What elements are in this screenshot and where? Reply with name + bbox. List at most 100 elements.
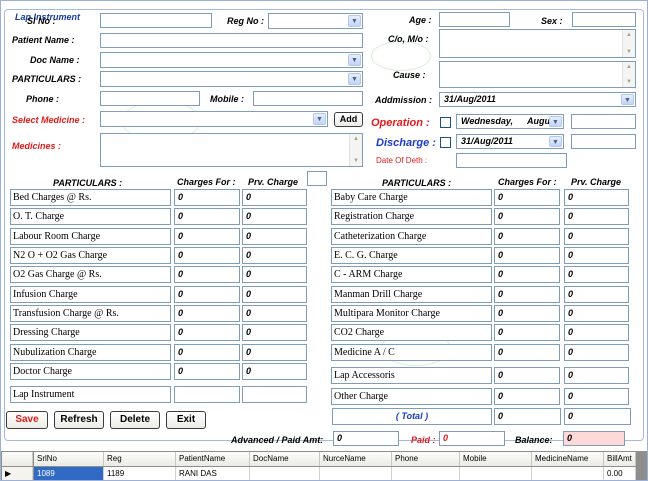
sl-no-input[interactable] [100,13,212,28]
grid-cell[interactable]: 1189 [104,467,176,480]
left-charge-input[interactable]: 0 [174,208,240,225]
left-charge-input[interactable]: 0 [174,324,240,341]
right-prev-charge-input[interactable]: 0 [564,286,629,303]
right-prev-charge-input[interactable]: 0 [564,305,629,322]
right-prev-charge-input[interactable]: 0 [564,247,629,264]
chevron-down-icon[interactable]: ▼ [348,15,361,27]
operation-checkbox[interactable] [440,117,451,128]
save-button[interactable]: Save [6,411,48,429]
left-charge-input[interactable]: 0 [174,363,240,380]
grid-column-header[interactable]: DocName [250,452,320,466]
left-prev-charge-input[interactable]: 0 [242,286,307,303]
grid-column-header[interactable]: Reg [104,452,176,466]
left-charge-input[interactable]: 0 [174,266,240,283]
left-prev-charge-input[interactable]: 0 [242,247,307,264]
left-charge-input[interactable]: 0 [174,189,240,206]
paid-input[interactable]: 0 [439,431,505,446]
grid-column-header[interactable]: SrlNo [34,452,104,466]
chevron-down-icon[interactable]: ▼ [549,116,562,127]
left-prev-charge-input[interactable]: 0 [242,189,307,206]
left-charge-input[interactable]: 0 [174,305,240,322]
right-prev-charge-input[interactable]: 0 [564,367,629,384]
right-prev-charge-input[interactable]: 0 [564,266,629,283]
left-prev-charge-input[interactable]: 0 [242,324,307,341]
select-medicine-combo[interactable]: ▼ [100,111,328,127]
right-prev-charge-input[interactable]: 0 [564,388,629,405]
left-prev-charge-input[interactable] [242,386,307,403]
scrollbar[interactable]: ▲ ▼ [349,134,362,166]
left-prev-charge-input[interactable]: 0 [242,344,307,361]
left-charge-input[interactable]: 0 [174,247,240,264]
right-charge-input[interactable]: 0 [494,388,560,405]
right-prev-charge-input[interactable]: 0 [564,208,629,225]
right-charge-input[interactable]: 0 [494,305,560,322]
patient-name-input[interactable] [100,33,363,48]
co-mo-textarea[interactable]: ▲ ▼ [439,29,636,58]
right-charge-input[interactable]: 0 [494,266,560,283]
left-prev-charge-input[interactable]: 0 [242,208,307,225]
grid-column-header[interactable]: Mobile [460,452,532,466]
discharge-time-input[interactable] [571,134,636,149]
chevron-down-icon[interactable]: ▼ [549,136,562,147]
grid-cell[interactable] [532,467,604,480]
grid-column-header[interactable]: PatientName [176,452,250,466]
grid-cell[interactable]: 1089 [34,467,104,480]
right-prev-charge-input[interactable]: 0 [564,324,629,341]
operation-time-input[interactable] [571,114,636,129]
right-charge-input[interactable]: 0 [494,286,560,303]
date-of-death-input[interactable] [456,153,567,168]
sex-input[interactable] [572,12,636,27]
operation-date-picker[interactable]: Wednesday, Augu ▼ [456,114,564,129]
left-charge-input[interactable]: 0 [174,344,240,361]
scrollbar[interactable]: ▲ ▼ [622,62,635,87]
grid-cell[interactable] [460,467,532,480]
cause-textarea[interactable]: ▲ ▼ [439,61,636,88]
left-prev-charge-input[interactable]: 0 [242,305,307,322]
right-charge-input[interactable]: 0 [494,344,560,361]
left-charge-input[interactable]: 0 [174,228,240,245]
chevron-down-icon[interactable]: ▼ [621,94,634,105]
medicines-textarea[interactable]: ▲ ▼ [100,133,363,167]
right-charge-input[interactable]: 0 [494,228,560,245]
grid-column-header[interactable]: MedicineName [532,452,604,466]
reg-no-combo[interactable]: ▼ [268,13,363,29]
left-prev-charge-input[interactable]: 0 [242,266,307,283]
grid-cell[interactable]: 0.00 [604,467,636,480]
extra-small-input[interactable] [307,171,327,186]
right-charge-input[interactable]: 0 [494,324,560,341]
discharge-date-picker[interactable]: 31/Aug/2011 ▼ [456,134,564,149]
right-charge-input[interactable]: 0 [494,208,560,225]
age-input[interactable] [439,12,510,27]
grid-cell[interactable] [392,467,460,480]
left-charge-input[interactable]: 0 [174,286,240,303]
grid-cell[interactable]: RANI DAS [176,467,250,480]
add-medicine-button[interactable]: Add [334,112,363,127]
right-prev-charge-input[interactable]: 0 [564,228,629,245]
particulars-combo[interactable]: ▼ [100,71,363,87]
right-charge-input[interactable]: 0 [494,247,560,264]
admission-date-picker[interactable]: 31/Aug/2011 ▼ [439,92,636,107]
grid-cell[interactable] [320,467,392,480]
refresh-button[interactable]: Refresh [54,411,104,429]
grid-column-header[interactable]: NurceName [320,452,392,466]
left-prev-charge-input[interactable]: 0 [242,228,307,245]
right-charge-input[interactable]: 0 [494,189,560,206]
right-prev-charge-input[interactable]: 0 [564,344,629,361]
exit-button[interactable]: Exit [166,411,206,429]
chevron-down-icon[interactable]: ▼ [313,113,326,125]
chevron-down-icon[interactable]: ▼ [348,73,361,85]
grid-cell[interactable] [250,467,320,480]
grid-column-header[interactable]: BillAmt [604,452,636,466]
delete-button[interactable]: Delete [110,411,160,429]
records-grid[interactable]: SrlNo Reg PatientName DocName NurceName Phone… [1,451,647,480]
row-indicator[interactable]: ▶ [2,467,33,480]
discharge-checkbox[interactable] [440,137,451,148]
doc-name-combo[interactable]: ▼ [100,52,363,68]
phone-input[interactable] [100,91,200,106]
scrollbar[interactable]: ▲ ▼ [622,30,635,57]
right-prev-charge-input[interactable]: 0 [564,189,629,206]
right-charge-input[interactable]: 0 [494,367,560,384]
left-charge-input[interactable] [174,386,240,403]
grid-column-header[interactable]: Phone [392,452,460,466]
left-prev-charge-input[interactable]: 0 [242,363,307,380]
